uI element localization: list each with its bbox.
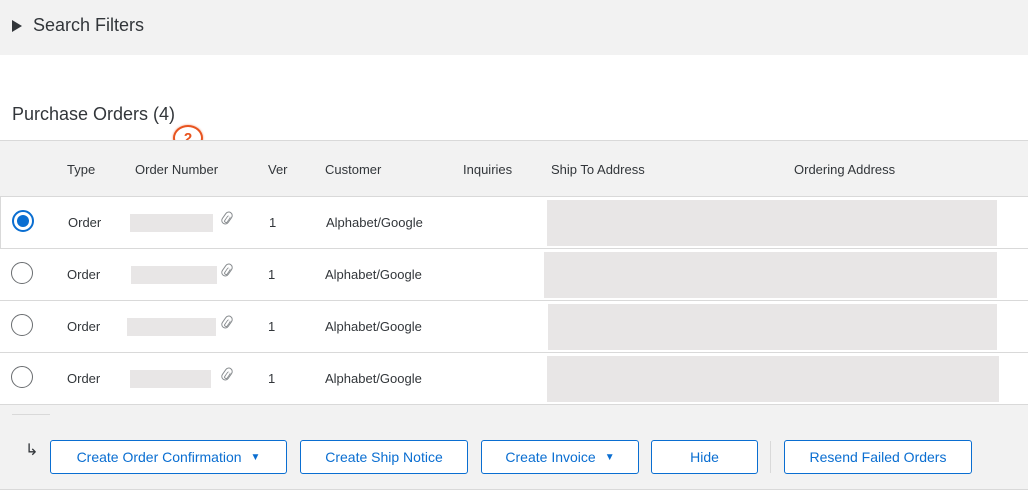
row-customer: Alphabet/Google [326, 215, 423, 230]
order-number-redacted[interactable] [130, 214, 213, 232]
table-row[interactable]: Order 1 Alphabet/Google [0, 353, 1028, 405]
caret-down-icon: ▼ [604, 451, 615, 463]
search-filters-toggle[interactable]: Search Filters [12, 15, 144, 36]
row-type: Order [67, 267, 101, 282]
row-type: Order [67, 319, 101, 334]
toolbar-vertical-divider [770, 441, 771, 473]
hide-button[interactable]: Hide [651, 440, 758, 474]
action-toolbar: ↳ Create Order Confirmation ▼ Create Shi… [0, 405, 1028, 490]
row-customer: Alphabet/Google [325, 371, 422, 386]
expand-triangle-icon [12, 19, 22, 32]
paperclip-icon[interactable] [219, 313, 235, 331]
create-invoice-label: Create Invoice [505, 449, 596, 465]
page-title: Purchase Orders (4) [12, 104, 176, 124]
table-header: Type Order Number Ver Customer Inquiries… [0, 140, 1028, 197]
row-select-radio[interactable] [12, 210, 34, 232]
create-invoice-button[interactable]: Create Invoice ▼ [481, 440, 639, 474]
column-header-ver[interactable]: Ver [268, 162, 288, 177]
create-ship-notice-label: Create Ship Notice [325, 449, 443, 465]
row-ver: 1 [268, 267, 276, 282]
table-row[interactable]: Order 1 Alphabet/Google [0, 301, 1028, 353]
caret-down-icon: ▼ [250, 451, 261, 463]
create-order-confirmation-button[interactable]: Create Order Confirmation ▼ [50, 440, 287, 474]
order-number-redacted[interactable] [130, 370, 211, 388]
address-redacted [548, 304, 997, 350]
row-select-radio[interactable] [11, 262, 33, 284]
address-redacted [544, 252, 997, 298]
column-header-ordering-address[interactable]: Ordering Address [794, 162, 895, 177]
hide-label: Hide [690, 449, 719, 465]
search-filters-label: Search Filters [33, 15, 145, 35]
column-header-ship-to-address[interactable]: Ship To Address [551, 162, 645, 177]
row-select-radio[interactable] [11, 314, 33, 336]
search-filters-bar: Search Filters [0, 0, 1028, 55]
create-order-confirmation-label: Create Order Confirmation [76, 449, 242, 465]
address-redacted [547, 200, 997, 246]
paperclip-icon[interactable] [219, 209, 235, 227]
column-header-type[interactable]: Type [67, 162, 95, 177]
address-redacted [547, 356, 999, 402]
resend-failed-orders-button[interactable]: Resend Failed Orders [784, 440, 972, 474]
row-type: Order [68, 215, 102, 230]
create-ship-notice-button[interactable]: Create Ship Notice [300, 440, 468, 474]
order-number-redacted[interactable] [131, 266, 217, 284]
row-type: Order [67, 371, 101, 386]
paperclip-icon[interactable] [219, 365, 235, 383]
row-customer: Alphabet/Google [325, 267, 422, 282]
resend-failed-orders-label: Resend Failed Orders [809, 449, 947, 465]
row-ver: 1 [269, 215, 277, 230]
row-ver: 1 [268, 319, 276, 334]
table-row[interactable]: Order 1 Alphabet/Google [0, 197, 1028, 249]
column-header-inquiries[interactable]: Inquiries [463, 162, 512, 177]
table-row[interactable]: Order 1 Alphabet/Google [0, 249, 1028, 301]
return-arrow-icon: ↳ [25, 442, 39, 459]
column-header-order-number[interactable]: Order Number [135, 162, 218, 177]
purchase-orders-table: Type Order Number Ver Customer Inquiries… [0, 140, 1028, 405]
order-number-redacted[interactable] [127, 318, 216, 336]
toolbar-divider [12, 414, 50, 415]
paperclip-icon[interactable] [219, 261, 235, 279]
column-header-customer[interactable]: Customer [325, 162, 381, 177]
row-select-radio[interactable] [11, 366, 33, 388]
row-ver: 1 [268, 371, 276, 386]
row-customer: Alphabet/Google [325, 319, 422, 334]
